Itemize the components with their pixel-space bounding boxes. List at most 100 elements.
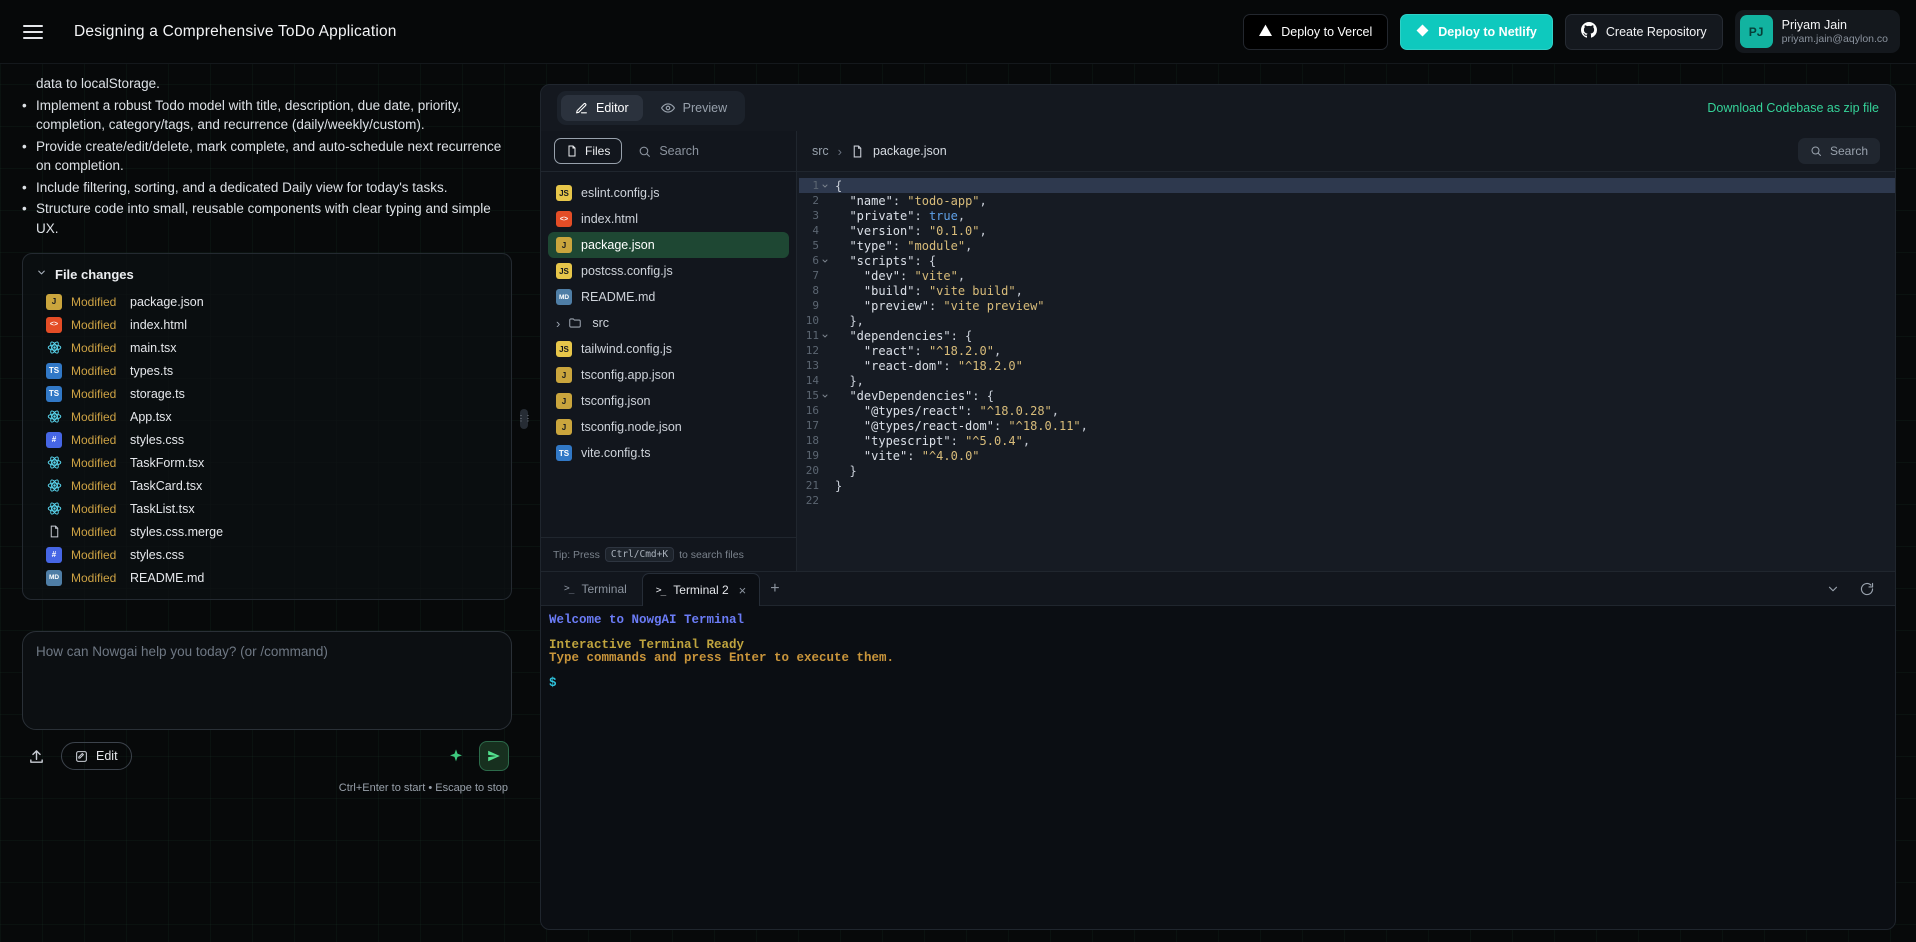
explorer-item-vite.config.ts[interactable]: TSvite.config.ts bbox=[548, 440, 789, 466]
ts-file-icon: TS bbox=[556, 445, 572, 461]
line-gutter: 20 bbox=[799, 464, 831, 477]
send-button[interactable] bbox=[479, 741, 509, 771]
terminal-panel: >_Terminal>_Terminal 2× + Welcome to Now… bbox=[541, 571, 1895, 929]
file-change-row[interactable]: ModifiedApp.tsx bbox=[36, 405, 498, 428]
download-zip-link[interactable]: Download Codebase as zip file bbox=[1707, 101, 1879, 115]
terminal-tab-label: Terminal 2 bbox=[673, 583, 728, 597]
user-profile[interactable]: PJ Priyam Jain priyam.jain@aqylon.co bbox=[1735, 10, 1900, 53]
line-number: 11 bbox=[806, 329, 819, 342]
css-file-icon: # bbox=[46, 432, 62, 448]
explorer-item-README.md[interactable]: MDREADME.md bbox=[548, 284, 789, 310]
explorer-item-src[interactable]: ›src bbox=[548, 310, 789, 336]
explorer-item-eslint.config.js[interactable]: JSeslint.config.js bbox=[548, 180, 789, 206]
explorer-item-tsconfig.app.json[interactable]: Jtsconfig.app.json bbox=[548, 362, 789, 388]
tab-preview[interactable]: Preview bbox=[647, 95, 741, 121]
deploy-vercel-label: Deploy to Vercel bbox=[1281, 25, 1372, 39]
code-text: "@types/react": "^18.0.28", bbox=[835, 404, 1059, 418]
file-change-row[interactable]: #Modifiedstyles.css bbox=[36, 543, 498, 566]
css-file-icon: # bbox=[46, 547, 62, 563]
file-change-name: package.json bbox=[130, 295, 204, 309]
breadcrumb-folder[interactable]: src bbox=[812, 144, 829, 158]
line-gutter: 1 bbox=[799, 179, 831, 192]
file-name: tsconfig.app.json bbox=[581, 368, 675, 382]
collapse-terminal-button[interactable] bbox=[1823, 579, 1843, 599]
terminal-tab-terminal-2[interactable]: >_Terminal 2× bbox=[642, 573, 760, 606]
edit-mode-button[interactable]: Edit bbox=[61, 742, 132, 770]
close-icon[interactable]: × bbox=[739, 583, 747, 598]
files-filter-button[interactable]: Files bbox=[554, 138, 622, 164]
file-changes-header[interactable]: File changes bbox=[36, 265, 498, 283]
deploy-vercel-button[interactable]: Deploy to Vercel bbox=[1243, 14, 1388, 50]
file-change-row[interactable]: ModifiedTaskList.tsx bbox=[36, 497, 498, 520]
fold-chevron-icon[interactable] bbox=[819, 332, 831, 340]
upload-button[interactable] bbox=[25, 745, 48, 768]
file-change-row[interactable]: JModifiedpackage.json bbox=[36, 290, 498, 313]
panel-resize-handle[interactable]: ⋮⋮ bbox=[520, 409, 528, 429]
file-change-row[interactable]: #Modifiedstyles.css bbox=[36, 428, 498, 451]
explorer-file-list: JSeslint.config.js<>index.htmlJpackage.j… bbox=[541, 172, 796, 537]
file-name: src bbox=[592, 316, 609, 330]
editor-search-button[interactable]: Search bbox=[1798, 138, 1880, 164]
user-email: priyam.jain@aqylon.co bbox=[1782, 33, 1888, 46]
create-repository-button[interactable]: Create Repository bbox=[1565, 14, 1723, 50]
add-terminal-button[interactable]: + bbox=[760, 580, 789, 598]
file-change-row[interactable]: TSModifiedtypes.ts bbox=[36, 359, 498, 382]
code-line-20: 20 } bbox=[799, 463, 1895, 478]
code-line-7: 7 "dev": "vite", bbox=[799, 268, 1895, 283]
chat-toolbar-right bbox=[445, 741, 509, 771]
explorer-item-index.html[interactable]: <>index.html bbox=[548, 206, 789, 232]
explorer-item-tsconfig.node.json[interactable]: Jtsconfig.node.json bbox=[548, 414, 789, 440]
line-number: 21 bbox=[806, 479, 819, 492]
code-text: "type": "module", bbox=[835, 239, 972, 253]
file-change-status: Modified bbox=[71, 433, 121, 447]
explorer-item-tsconfig.json[interactable]: Jtsconfig.json bbox=[548, 388, 789, 414]
file-change-row[interactable]: ModifiedTaskCard.tsx bbox=[36, 474, 498, 497]
breadcrumb-file[interactable]: package.json bbox=[873, 144, 947, 158]
file-change-row[interactable]: <>Modifiedindex.html bbox=[36, 313, 498, 336]
create-repository-label: Create Repository bbox=[1606, 25, 1707, 39]
menu-icon[interactable] bbox=[16, 15, 50, 49]
code-area[interactable]: 1{2 "name": "todo-app",3 "private": true… bbox=[797, 172, 1895, 571]
file-change-row[interactable]: Modifiedmain.tsx bbox=[36, 336, 498, 359]
enhance-button[interactable] bbox=[445, 745, 467, 767]
deploy-netlify-button[interactable]: Deploy to Netlify bbox=[1400, 14, 1553, 50]
refresh-icon bbox=[1860, 582, 1874, 596]
fold-chevron-icon[interactable] bbox=[819, 182, 831, 190]
keyboard-hint: Ctrl+Enter to start • Escape to stop bbox=[22, 782, 512, 794]
ide-body: Files Search JSeslint.config.js<>index.h… bbox=[541, 131, 1895, 571]
terminal-line: $ bbox=[549, 677, 1885, 690]
explorer-item-tailwind.config.js[interactable]: JStailwind.config.js bbox=[548, 336, 789, 362]
line-number: 22 bbox=[806, 494, 819, 507]
tip-suffix: to search files bbox=[679, 549, 744, 561]
eye-icon bbox=[661, 101, 675, 115]
explorer-item-package.json[interactable]: Jpackage.json bbox=[548, 232, 789, 258]
terminal-output[interactable]: Welcome to NowgAI Terminal Interactive T… bbox=[541, 606, 1895, 929]
explorer-search[interactable]: Search bbox=[638, 144, 699, 158]
tab-editor[interactable]: Editor bbox=[561, 95, 643, 121]
file-change-row[interactable]: Modifiedstyles.css.merge bbox=[36, 520, 498, 543]
code-line-10: 10 }, bbox=[799, 313, 1895, 328]
explorer-item-postcss.config.js[interactable]: JSpostcss.config.js bbox=[548, 258, 789, 284]
fold-chevron-icon[interactable] bbox=[819, 392, 831, 400]
terminal-line bbox=[549, 627, 1885, 640]
code-line-4: 4 "version": "0.1.0", bbox=[799, 223, 1895, 238]
file-name: tsconfig.json bbox=[581, 394, 650, 408]
code-line-12: 12 "react": "^18.2.0", bbox=[799, 343, 1895, 358]
chat-input[interactable] bbox=[36, 644, 498, 717]
line-number: 12 bbox=[806, 344, 819, 357]
file-change-row[interactable]: ModifiedTaskForm.tsx bbox=[36, 451, 498, 474]
terminal-tab-terminal[interactable]: >_Terminal bbox=[551, 572, 640, 605]
code-text: "devDependencies": { bbox=[835, 389, 994, 403]
line-gutter: 7 bbox=[799, 269, 831, 282]
file-change-row[interactable]: MDModifiedREADME.md bbox=[36, 566, 498, 589]
line-number: 7 bbox=[812, 269, 819, 282]
restart-terminal-button[interactable] bbox=[1857, 579, 1877, 599]
json-file-icon: J bbox=[556, 393, 572, 409]
line-gutter: 12 bbox=[799, 344, 831, 357]
fold-chevron-icon[interactable] bbox=[819, 257, 831, 265]
line-number: 5 bbox=[812, 239, 819, 252]
file-name: index.html bbox=[581, 212, 638, 226]
terminal-tabbar: >_Terminal>_Terminal 2× + bbox=[541, 572, 1895, 606]
file-change-row[interactable]: TSModifiedstorage.ts bbox=[36, 382, 498, 405]
chat-input-box[interactable] bbox=[22, 631, 512, 730]
